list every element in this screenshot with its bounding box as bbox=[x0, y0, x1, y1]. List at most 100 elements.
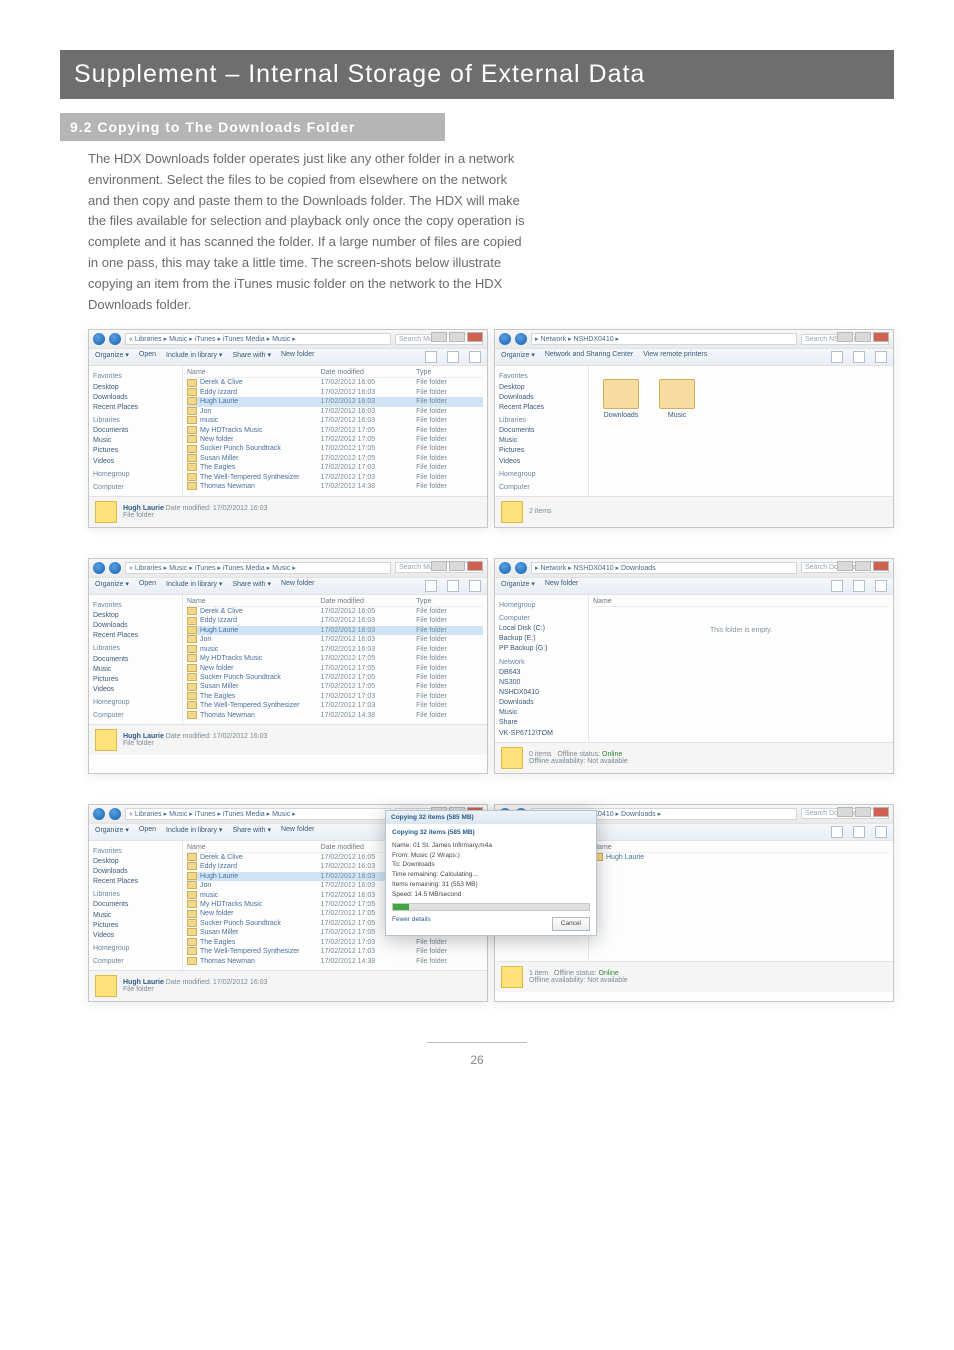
sidebar-computer[interactable]: Computer bbox=[499, 483, 584, 493]
sidebar-db643[interactable]: DB643 bbox=[499, 668, 584, 678]
sidebar-pictures[interactable]: Pictures bbox=[499, 446, 584, 456]
col-name[interactable]: Name bbox=[187, 598, 321, 605]
sidebar-computer[interactable]: Computer bbox=[93, 483, 178, 493]
col-name[interactable]: Name bbox=[187, 369, 321, 376]
sidebar-share[interactable]: Share bbox=[499, 718, 584, 728]
sidebar-music[interactable]: Music bbox=[499, 436, 584, 446]
organize-button[interactable]: Organize ▾ bbox=[501, 580, 535, 592]
sidebar-homegroup[interactable]: Homegroup bbox=[499, 470, 584, 480]
sidebar-documents[interactable]: Documents bbox=[499, 426, 584, 436]
sidebar-downloads[interactable]: Downloads bbox=[499, 698, 584, 708]
col-name[interactable]: Name bbox=[593, 844, 727, 851]
nav-back-icon[interactable] bbox=[93, 333, 105, 345]
viewprinters-button[interactable]: View remote printers bbox=[643, 351, 707, 363]
table-row[interactable]: Jon17/02/2012 16:03File folder bbox=[187, 407, 483, 416]
table-row[interactable]: Hugh Laurie17/02/2012 16:03File folder bbox=[187, 626, 483, 635]
sidebar-libraries[interactable]: Libraries bbox=[93, 890, 178, 900]
table-row[interactable]: Jon17/02/2012 16:03File folder bbox=[187, 635, 483, 644]
col-type[interactable]: Type bbox=[416, 598, 483, 605]
newfolder-button[interactable]: New folder bbox=[545, 580, 578, 592]
table-row[interactable]: New folder17/02/2012 17:05File folder bbox=[187, 435, 483, 444]
table-row[interactable]: Susan Miller17/02/2012 17:05File folder bbox=[187, 454, 483, 463]
table-row[interactable]: Susan Miller17/02/2012 17:05File folder bbox=[187, 682, 483, 691]
folder-downloads[interactable]: Downloads bbox=[603, 379, 639, 419]
view-icon[interactable] bbox=[425, 351, 437, 363]
networkcenter-button[interactable]: Network and Sharing Center bbox=[545, 351, 633, 363]
sidebar-recent[interactable]: Recent Places bbox=[93, 877, 178, 887]
sidebar-libraries[interactable]: Libraries bbox=[93, 644, 178, 654]
nav-back-icon[interactable] bbox=[499, 562, 511, 574]
sharewith-button[interactable]: Share with ▾ bbox=[232, 580, 271, 592]
sidebar-favorites[interactable]: Favorites bbox=[93, 847, 178, 857]
open-button[interactable]: Open bbox=[139, 351, 156, 363]
pane-icon[interactable] bbox=[447, 580, 459, 592]
sidebar-ppbackup[interactable]: PP Backup (G:) bbox=[499, 644, 584, 654]
sidebar-homegroup[interactable]: Homegroup bbox=[499, 601, 584, 611]
sidebar-libraries[interactable]: Libraries bbox=[93, 416, 178, 426]
organize-button[interactable]: Organize ▾ bbox=[501, 351, 535, 363]
table-row[interactable]: Sucker Punch Soundtrack17/02/2012 17:05F… bbox=[187, 673, 483, 682]
help-icon[interactable] bbox=[469, 580, 481, 592]
sidebar-computer[interactable]: Computer bbox=[93, 711, 178, 721]
breadcrumb[interactable]: ▸ Network ▸ NSHDX0410 ▸ bbox=[531, 333, 797, 345]
view-icon[interactable] bbox=[831, 826, 843, 838]
breadcrumb[interactable]: « Libraries ▸ Music ▸ iTunes ▸ iTunes Me… bbox=[125, 333, 391, 345]
nav-fwd-icon[interactable] bbox=[109, 562, 121, 574]
sidebar-localdisk[interactable]: Local Disk (C:) bbox=[499, 624, 584, 634]
include-button[interactable]: Include in library ▾ bbox=[166, 826, 222, 838]
sidebar-backup-e[interactable]: Backup (E:) bbox=[499, 634, 584, 644]
view-icon[interactable] bbox=[831, 351, 843, 363]
newfolder-button[interactable]: New folder bbox=[281, 351, 314, 363]
help-icon[interactable] bbox=[875, 351, 887, 363]
table-row[interactable]: music17/02/2012 16:03File folder bbox=[187, 645, 483, 654]
include-button[interactable]: Include in library ▾ bbox=[166, 351, 222, 363]
nav-fwd-icon[interactable] bbox=[515, 562, 527, 574]
view-icon[interactable] bbox=[425, 580, 437, 592]
table-row[interactable]: Thomas Newman17/02/2012 14:38File folder bbox=[187, 957, 483, 966]
help-icon[interactable] bbox=[469, 351, 481, 363]
newfolder-button[interactable]: New folder bbox=[281, 580, 314, 592]
col-name[interactable]: Name bbox=[593, 598, 727, 605]
table-row[interactable]: music17/02/2012 16:03File folder bbox=[187, 416, 483, 425]
sidebar-computer[interactable]: Computer bbox=[93, 957, 178, 967]
list-item[interactable]: Hugh Laurie bbox=[593, 853, 889, 862]
nav-back-icon[interactable] bbox=[93, 808, 105, 820]
table-row[interactable]: My HDTracks Music17/02/2012 17:05File fo… bbox=[187, 654, 483, 663]
table-row[interactable]: The Well-Tempered Synthesizer17/02/2012 … bbox=[187, 701, 483, 710]
table-row[interactable]: New folder17/02/2012 17:05File folder bbox=[187, 664, 483, 673]
sidebar-videos[interactable]: Videos bbox=[93, 457, 178, 467]
pane-icon[interactable] bbox=[853, 580, 865, 592]
table-row[interactable]: The Eagles17/02/2012 17:03File folder bbox=[187, 938, 483, 947]
sidebar-desktop[interactable]: Desktop bbox=[93, 857, 178, 867]
organize-button[interactable]: Organize ▾ bbox=[95, 580, 129, 592]
nav-fwd-icon[interactable] bbox=[109, 333, 121, 345]
table-row[interactable]: Hugh Laurie17/02/2012 16:03File folder bbox=[187, 397, 483, 406]
nav-fwd-icon[interactable] bbox=[515, 333, 527, 345]
cancel-button[interactable]: Cancel bbox=[552, 917, 590, 931]
col-date[interactable]: Date modified bbox=[321, 598, 416, 605]
breadcrumb[interactable]: « Libraries ▸ Music ▸ iTunes ▸ iTunes Me… bbox=[125, 808, 391, 820]
sidebar-downloads[interactable]: Downloads bbox=[499, 393, 584, 403]
sidebar-documents[interactable]: Documents bbox=[93, 426, 178, 436]
sidebar-documents[interactable]: Documents bbox=[93, 655, 178, 665]
sidebar-videos[interactable]: Videos bbox=[93, 685, 178, 695]
sidebar-videos[interactable]: Videos bbox=[93, 931, 178, 941]
sidebar-desktop[interactable]: Desktop bbox=[93, 383, 178, 393]
newfolder-button[interactable]: New folder bbox=[281, 826, 314, 838]
sharewith-button[interactable]: Share with ▾ bbox=[232, 826, 271, 838]
sharewith-button[interactable]: Share with ▾ bbox=[232, 351, 271, 363]
table-row[interactable]: The Eagles17/02/2012 17:03File folder bbox=[187, 692, 483, 701]
sidebar-favorites[interactable]: Favorites bbox=[499, 372, 584, 382]
pane-icon[interactable] bbox=[853, 826, 865, 838]
sidebar-libraries[interactable]: Libraries bbox=[499, 416, 584, 426]
sidebar-documents[interactable]: Documents bbox=[93, 900, 178, 910]
help-icon[interactable] bbox=[875, 580, 887, 592]
sidebar-downloads[interactable]: Downloads bbox=[93, 393, 178, 403]
organize-button[interactable]: Organize ▾ bbox=[95, 826, 129, 838]
table-row[interactable]: Thomas Newman17/02/2012 14:38File folder bbox=[187, 711, 483, 720]
table-row[interactable]: Eddy Izzard17/02/2012 16:03File folder bbox=[187, 388, 483, 397]
view-icon[interactable] bbox=[831, 580, 843, 592]
folder-music[interactable]: Music bbox=[659, 379, 695, 419]
sidebar-music[interactable]: Music bbox=[93, 911, 178, 921]
sidebar-recent[interactable]: Recent Places bbox=[499, 403, 584, 413]
